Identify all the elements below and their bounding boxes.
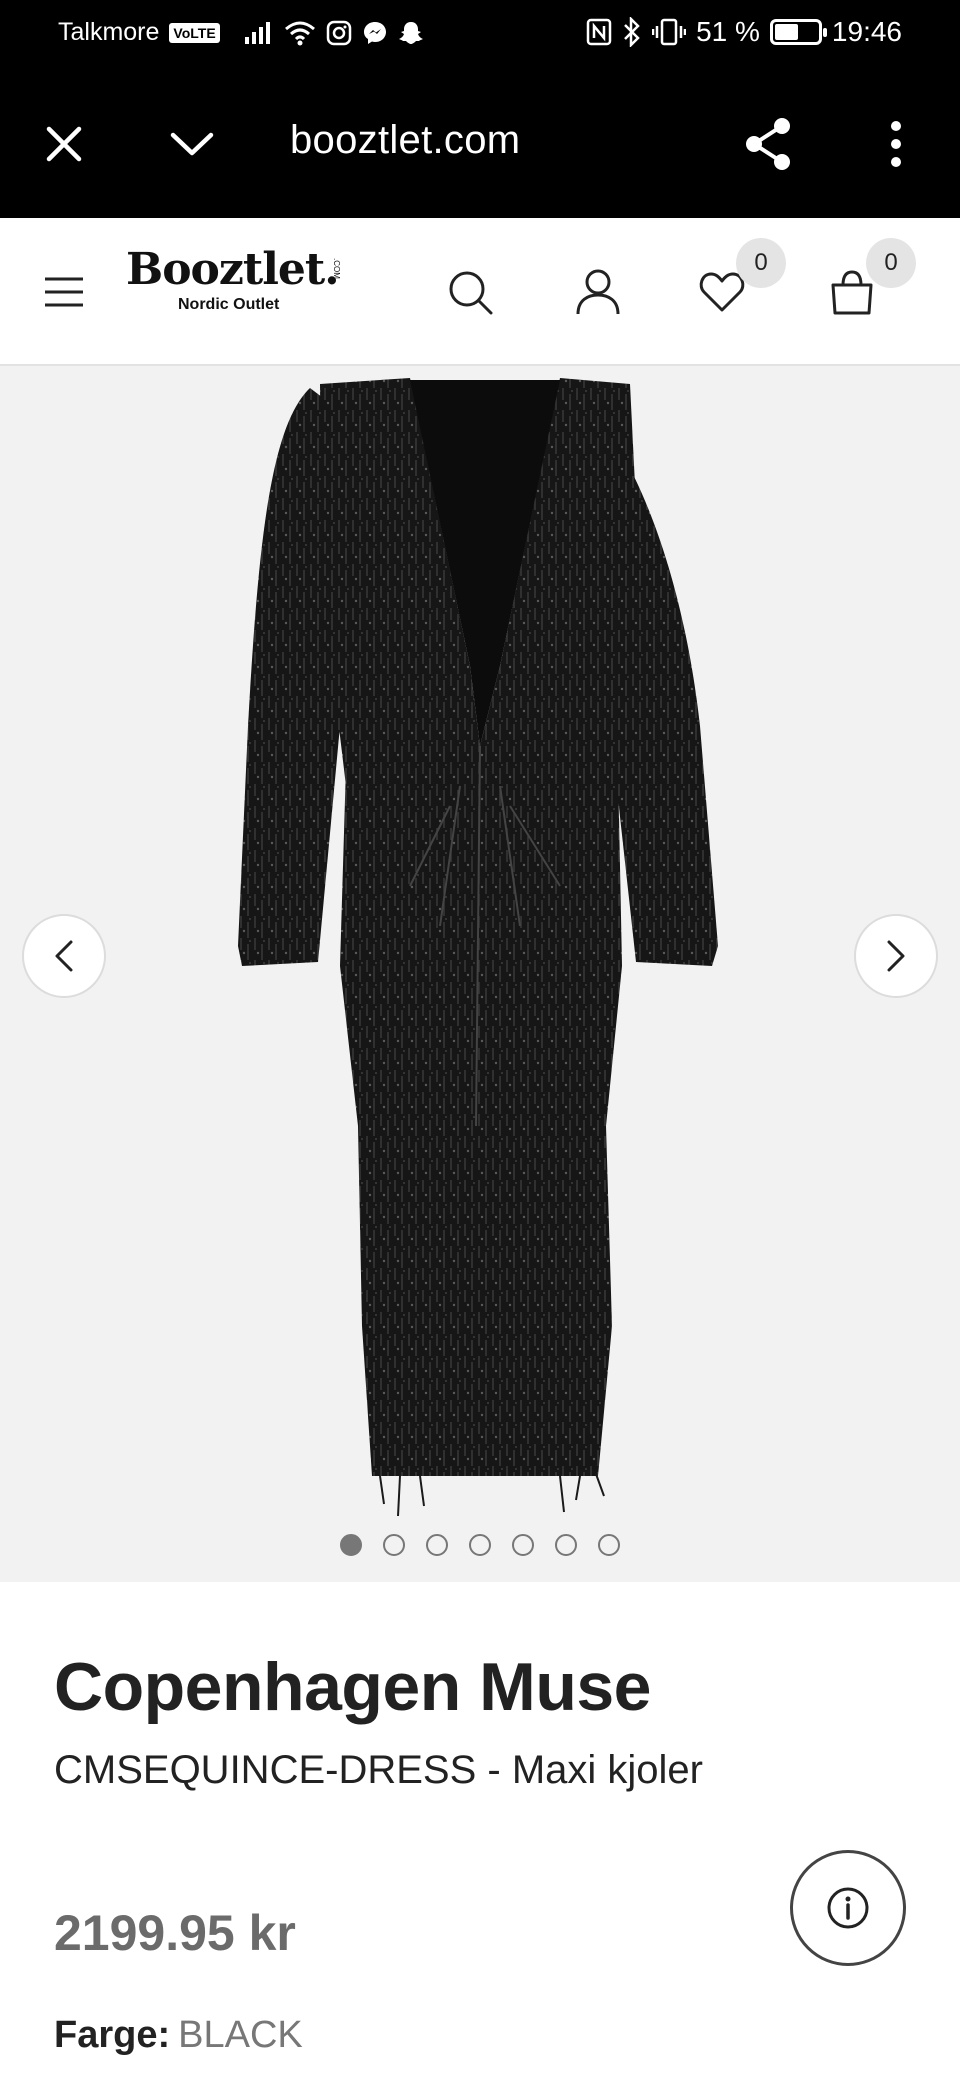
status-right: 51 % 19:46 — [586, 16, 902, 48]
product-name: CMSEQUINCE-DRESS - Maxi kjoler — [54, 1748, 703, 1792]
share-button[interactable] — [734, 110, 802, 178]
site-logo[interactable]: Booztlet. .COM Nordic Outlet — [126, 246, 346, 314]
logo-subtitle: Nordic Outlet — [178, 296, 280, 313]
previous-image-button[interactable] — [22, 914, 106, 998]
menu-icon — [45, 277, 83, 307]
product-brand[interactable]: Copenhagen Muse — [54, 1648, 652, 1726]
product-gallery[interactable] — [0, 366, 960, 1582]
gallery-dot[interactable] — [598, 1534, 620, 1556]
cart-count-badge: 0 — [866, 238, 916, 288]
color-selection: Farge: BLACK — [54, 2014, 303, 2057]
chevron-down-icon — [170, 132, 214, 156]
chevron-right-icon — [887, 940, 905, 972]
battery-level-fill — [774, 24, 799, 40]
next-image-button[interactable] — [854, 914, 938, 998]
site-header: Booztlet. .COM Nordic Outlet 0 0 — [0, 218, 960, 366]
menu-button[interactable] — [30, 258, 98, 326]
wifi-icon — [284, 21, 315, 45]
search-button[interactable] — [436, 258, 504, 326]
instagram-icon — [326, 20, 351, 45]
more-options-button[interactable] — [862, 110, 930, 178]
share-icon — [746, 118, 790, 170]
battery-percent: 51 % — [696, 16, 760, 47]
url-text[interactable]: booztlet.com — [290, 118, 520, 163]
account-icon — [576, 269, 620, 315]
snapchat-icon — [398, 21, 423, 44]
gallery-pagination — [0, 1534, 960, 1556]
nfc-icon — [586, 18, 612, 46]
bag-icon — [831, 270, 873, 315]
more-vertical-icon — [891, 121, 901, 167]
gallery-dot[interactable] — [469, 1534, 491, 1556]
messenger-icon — [363, 21, 386, 44]
wishlist-count-badge: 0 — [736, 238, 786, 288]
cart-button[interactable]: 0 — [818, 238, 916, 326]
gallery-dot[interactable] — [512, 1534, 534, 1556]
account-button[interactable] — [564, 258, 632, 326]
gallery-dot[interactable] — [555, 1534, 577, 1556]
gallery-dot[interactable] — [426, 1534, 448, 1556]
close-icon — [46, 126, 82, 162]
status-left: Talkmore VoLTE — [58, 18, 424, 47]
bluetooth-icon — [624, 17, 640, 47]
collapse-button[interactable] — [158, 110, 226, 178]
product-image[interactable] — [0, 366, 960, 1582]
vibrate-icon — [652, 18, 687, 46]
gallery-dot[interactable] — [340, 1534, 362, 1556]
carrier-name: Talkmore — [58, 18, 160, 46]
chevron-left-icon — [55, 940, 73, 972]
status-bar: Talkmore VoLTE 51 % 19:46 — [0, 0, 960, 70]
search-icon — [449, 271, 493, 315]
gallery-dot[interactable] — [383, 1534, 405, 1556]
volte-badge: VoLTE — [169, 22, 220, 43]
product-price: 2199.95 kr — [54, 1905, 296, 1961]
logo-wordmark: Booztlet. — [126, 244, 340, 295]
battery-icon — [769, 19, 827, 45]
color-value: BLACK — [178, 2014, 303, 2056]
info-button[interactable] — [790, 1850, 906, 1966]
color-label: Farge: — [54, 2014, 171, 2056]
logo-com: .COM — [332, 258, 341, 279]
wishlist-button[interactable]: 0 — [688, 238, 786, 326]
browser-toolbar: booztlet.com — [0, 70, 960, 218]
heart-icon — [699, 272, 745, 312]
status-icons — [244, 20, 424, 46]
signal-icon — [244, 21, 270, 44]
clock: 19:46 — [831, 16, 902, 47]
info-icon — [827, 1887, 869, 1929]
close-tab-button[interactable] — [30, 110, 98, 178]
